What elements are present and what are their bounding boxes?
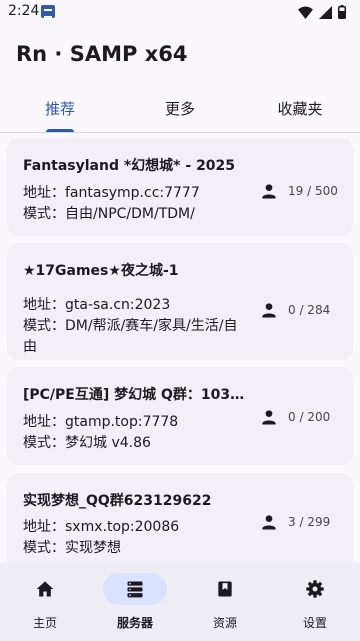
person-icon [262, 410, 276, 425]
player-count: 0 / 284 [288, 303, 331, 317]
player-count: 3 / 299 [288, 515, 331, 529]
server-list[interactable]: Fantasyland *幻想城* - 2025 地址：fantasymp.cc… [0, 133, 360, 563]
server-address: 地址：fantasymp.cc:7777 [23, 185, 200, 201]
person-icon [262, 515, 276, 530]
app-title: Rn · SAMP x64 [16, 42, 188, 66]
server-card[interactable]: [PC/PE互通] 梦幻城 Q群：1033687… 地址：gtamp.top:7… [7, 367, 353, 465]
nav-label: 服务器 [116, 616, 153, 630]
person-icon [262, 303, 276, 318]
gear-icon [306, 580, 324, 598]
status-time: 2:24 [8, 3, 40, 19]
tab-label: 推荐 [44, 100, 75, 118]
bookmark-icon [218, 581, 232, 597]
tab-label: 更多 [164, 100, 195, 118]
server-card[interactable]: ★17Games★夜之城-1 地址：gta-sa.cn:2023 模式：DM/帮… [7, 243, 353, 360]
nav-home[interactable]: 主页 [0, 563, 90, 641]
server-mode: 模式：自由/NPC/DM/TDM/ [23, 206, 195, 222]
player-count: 0 / 200 [288, 410, 331, 424]
status-icons [298, 5, 346, 19]
status-bar: 2:24 [0, 0, 360, 24]
server-name: [PC/PE互通] 梦幻城 Q群：1033687… [23, 387, 248, 403]
server-card[interactable]: 实现梦想_QQ群623129622 地址：sxmx.top:20086 模式：实… [7, 473, 353, 563]
nav-servers[interactable]: 服务器 [90, 563, 180, 641]
tab-recommended[interactable]: 推荐 [0, 86, 120, 132]
nav-label: 主页 [32, 616, 57, 630]
server-name: 实现梦想_QQ群623129622 [23, 493, 212, 509]
server-address: 地址：sxmx.top:20086 [23, 519, 180, 535]
server-address: 地址：gta-sa.cn:2023 [23, 297, 171, 313]
server-mode: 模式：DM/帮派/赛车/家具/生活/自由 [23, 318, 238, 355]
nav-resources[interactable]: 资源 [180, 563, 270, 641]
player-count: 19 / 500 [288, 184, 338, 198]
nav-label: 资源 [212, 616, 237, 630]
server-name: ★17Games★夜之城-1 [23, 263, 179, 279]
tab-bar: 推荐 更多 收藏夹 [0, 86, 360, 132]
server-card[interactable]: Fantasyland *幻想城* - 2025 地址：fantasymp.cc… [7, 138, 353, 236]
bottom-navigation: 主页 服务器 资源 设置 [0, 563, 360, 641]
tab-more[interactable]: 更多 [120, 86, 240, 132]
person-icon [262, 184, 276, 199]
server-name: Fantasyland *幻想城* - 2025 [23, 158, 236, 174]
tab-label: 收藏夹 [277, 100, 323, 118]
signal-icon [319, 5, 332, 19]
server-mode: 模式：实现梦想 [23, 540, 121, 556]
server-address: 地址：gtamp.top:7778 [23, 414, 179, 430]
server-mode: 模式：梦幻城 v4.86 [23, 435, 151, 451]
home-icon [36, 581, 54, 597]
server-icon [127, 581, 143, 598]
nav-settings[interactable]: 设置 [270, 563, 360, 641]
battery-icon [338, 5, 346, 19]
wifi-icon [298, 6, 313, 19]
tab-favorites[interactable]: 收藏夹 [240, 86, 360, 132]
notification-icon [41, 5, 55, 18]
nav-label: 设置 [302, 616, 327, 630]
